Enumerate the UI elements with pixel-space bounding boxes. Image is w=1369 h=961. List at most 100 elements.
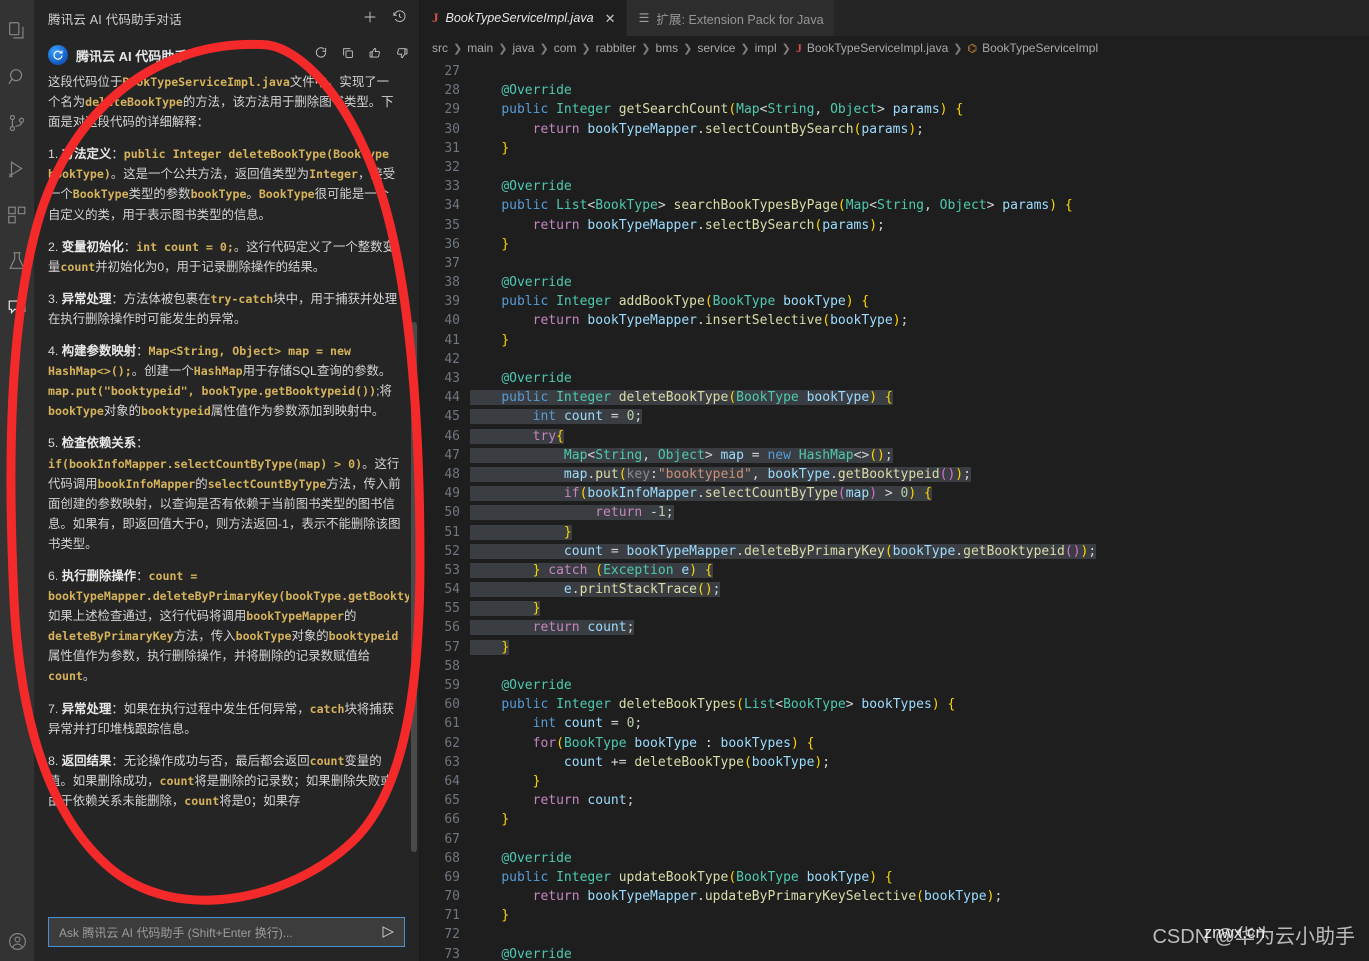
breadcrumb-item[interactable]: impl xyxy=(755,41,777,55)
chat-icon[interactable] xyxy=(0,284,34,330)
account-icon[interactable] xyxy=(0,921,34,961)
code-line[interactable] xyxy=(470,657,1369,676)
code-text: Map<String, Object> map = new HashMap<>(… xyxy=(470,447,893,463)
code-line[interactable]: e.printStackTrace(); xyxy=(470,580,1369,599)
code-line[interactable]: public Integer deleteBookTypes(List<Book… xyxy=(470,695,1369,714)
inline-code: BookType xyxy=(258,187,315,202)
code-line[interactable]: for(BookType bookType : bookTypes) { xyxy=(470,734,1369,753)
code-line[interactable]: } xyxy=(470,235,1369,254)
code-line[interactable]: if(bookInfoMapper.selectCountByType(map)… xyxy=(470,484,1369,503)
code-text: public Integer addBookType(BookType book… xyxy=(501,294,870,310)
thumbs-up-icon[interactable] xyxy=(368,46,382,65)
code-line[interactable] xyxy=(470,158,1369,177)
code-line[interactable]: } xyxy=(470,331,1369,350)
code-line[interactable]: int count = 0; xyxy=(470,714,1369,733)
code-line[interactable] xyxy=(470,62,1369,81)
testing-icon[interactable] xyxy=(0,238,34,284)
code-text: map.put(key:"booktypeid", bookType.getBo… xyxy=(470,466,971,482)
refresh-icon[interactable] xyxy=(314,46,328,65)
search-icon[interactable] xyxy=(0,54,34,100)
code-line[interactable] xyxy=(470,350,1369,369)
breadcrumb-item[interactable]: service xyxy=(697,41,735,55)
breadcrumb-separator: ❯ xyxy=(953,42,963,55)
message-paragraph: 2. 变量初始化：int count = 0;。这行代码定义了一个整数变量cou… xyxy=(48,237,401,277)
code-line[interactable]: return bookTypeMapper.insertSelective(bo… xyxy=(470,311,1369,330)
breadcrumb-item[interactable]: rabbiter xyxy=(596,41,637,55)
editor-tab[interactable]: J BookTypeServiceImpl.java ✕ xyxy=(420,0,627,36)
code-line[interactable]: map.put(key:"booktypeid", bookType.getBo… xyxy=(470,465,1369,484)
code-text: } xyxy=(501,332,510,348)
code-line[interactable]: } xyxy=(470,599,1369,618)
line-number: 29 xyxy=(444,102,460,118)
explorer-icon[interactable] xyxy=(0,8,34,54)
code-line[interactable]: } catch (Exception e) { xyxy=(470,561,1369,580)
chat-message-header: 腾讯云 AI 代码助手 xyxy=(48,38,409,72)
code-line[interactable] xyxy=(470,830,1369,849)
line-number: 58 xyxy=(444,658,460,674)
new-chat-icon[interactable] xyxy=(362,9,378,28)
copy-icon[interactable] xyxy=(341,46,355,65)
breadcrumb-item[interactable]: java xyxy=(512,41,534,55)
code-line[interactable]: return bookTypeMapper.selectBySearch(par… xyxy=(470,216,1369,235)
code-line[interactable]: } xyxy=(470,523,1369,542)
breadcrumb-item[interactable]: BookTypeServiceImpl.java xyxy=(807,41,948,55)
code-line[interactable] xyxy=(470,254,1369,273)
editor-tab[interactable]: ☰ 扩展: Extension Pack for Java xyxy=(626,0,835,36)
code-line[interactable]: int count = 0; xyxy=(470,407,1369,426)
code-line[interactable]: } xyxy=(470,139,1369,158)
code-line[interactable]: return -1; xyxy=(470,503,1369,522)
line-number: 69 xyxy=(444,869,460,885)
code-content[interactable]: @Override public Integer getSearchCount(… xyxy=(470,60,1369,961)
code-line[interactable]: return bookTypeMapper.updateByPrimaryKey… xyxy=(470,887,1369,906)
breadcrumb-item[interactable]: main xyxy=(467,41,493,55)
line-number: 40 xyxy=(444,313,460,329)
code-line[interactable]: @Override xyxy=(470,676,1369,695)
code-line[interactable]: @Override xyxy=(470,369,1369,388)
code-line[interactable]: return count; xyxy=(470,618,1369,637)
code-line[interactable]: } xyxy=(470,638,1369,657)
code-editor[interactable]: 27 28 29 30 31 32 33 34 35 36 37 38 39 40 41 42 43 44💡 45 4… xyxy=(420,60,1369,961)
code-line[interactable]: public Integer getSearchCount(Map<String… xyxy=(470,100,1369,119)
breadcrumb-item[interactable]: com xyxy=(554,41,577,55)
chat-input-box[interactable]: Ask 腾讯云 AI 代码助手 (Shift+Enter 换行)... xyxy=(48,917,405,947)
text-run: 将是0；如果存 xyxy=(219,793,301,808)
text-run: 属性值作为参数添加到映射中。 xyxy=(210,404,385,419)
code-line[interactable]: @Override xyxy=(470,177,1369,196)
code-line[interactable]: @Override xyxy=(470,273,1369,292)
chat-scrollbar-thumb[interactable] xyxy=(411,322,417,852)
close-icon[interactable]: ✕ xyxy=(605,12,616,25)
text-run: 属性值作为参数，执行删除操作，并将删除的记录数赋值给 xyxy=(48,649,371,664)
line-number: 61 xyxy=(444,716,460,732)
message-paragraph: 8. 返回结果：无论操作成功与否，最后都会返回count变量的值。如果删除成功，… xyxy=(48,751,401,811)
text-run: ;将 xyxy=(376,384,392,399)
send-icon[interactable] xyxy=(380,924,396,940)
code-line[interactable]: return count; xyxy=(470,791,1369,810)
run-debug-icon[interactable] xyxy=(0,146,34,192)
code-line[interactable]: } xyxy=(470,772,1369,791)
code-line[interactable]: public Integer deleteBookType(BookType b… xyxy=(470,388,1369,407)
code-line[interactable]: @Override xyxy=(470,81,1369,100)
thumbs-down-icon[interactable] xyxy=(395,46,409,65)
breadcrumb-item[interactable]: bms xyxy=(655,41,678,55)
code-line[interactable]: return bookTypeMapper.selectCountBySearc… xyxy=(470,120,1369,139)
code-line[interactable]: public Integer updateBookType(BookType b… xyxy=(470,868,1369,887)
breadcrumb-item[interactable]: BookTypeServiceImpl xyxy=(982,41,1098,55)
code-line[interactable]: count += deleteBookType(bookType); xyxy=(470,753,1369,772)
code-line[interactable]: @Override xyxy=(470,849,1369,868)
code-line[interactable]: try{ xyxy=(470,427,1369,446)
code-line[interactable]: public List<BookType> searchBookTypesByP… xyxy=(470,196,1369,215)
inline-code: try-catch xyxy=(210,291,274,306)
text-run: ： xyxy=(136,568,149,583)
inline-code: count xyxy=(309,753,345,768)
inline-code: count xyxy=(159,773,195,788)
source-control-icon[interactable] xyxy=(0,100,34,146)
inline-code: bookType xyxy=(48,404,104,419)
history-icon[interactable] xyxy=(392,9,407,27)
code-line[interactable]: } xyxy=(470,810,1369,829)
extensions-icon[interactable] xyxy=(0,192,34,238)
chat-scrollbar-track[interactable] xyxy=(411,106,417,866)
code-line[interactable]: public Integer addBookType(BookType book… xyxy=(470,292,1369,311)
breadcrumb-item[interactable]: src xyxy=(432,41,448,55)
code-line[interactable]: Map<String, Object> map = new HashMap<>(… xyxy=(470,446,1369,465)
code-line[interactable]: count = bookTypeMapper.deleteByPrimaryKe… xyxy=(470,542,1369,561)
